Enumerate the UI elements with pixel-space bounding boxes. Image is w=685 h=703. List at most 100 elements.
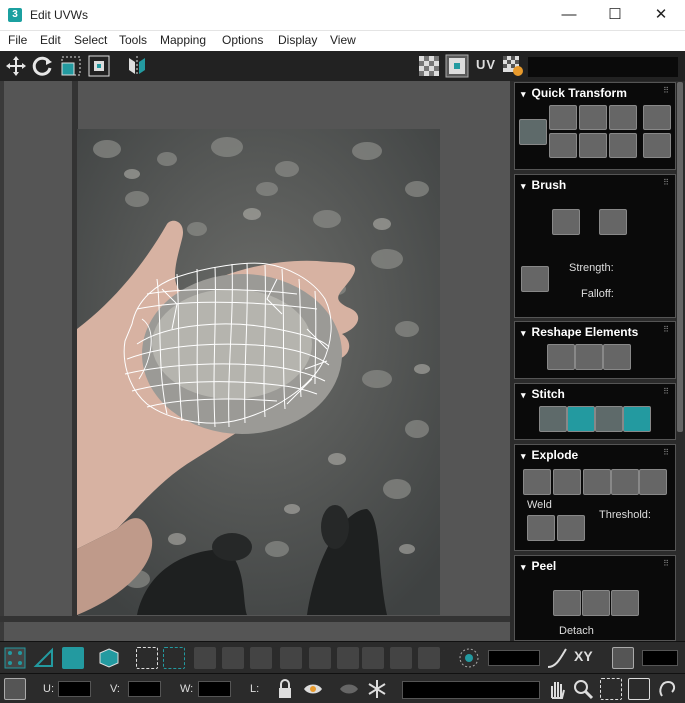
break-by-id-icon[interactable] [639,469,667,495]
rollout-grip-icon[interactable]: ⠿ [663,448,670,457]
weld-all-icon[interactable] [557,515,585,541]
freeze-icon[interactable] [366,678,388,700]
shrink-loop-icon[interactable] [222,647,244,669]
move-brush-icon[interactable] [552,209,580,235]
quick-peel-icon[interactable] [553,590,581,616]
break-by-smoothing-icon[interactable] [553,469,581,495]
maximize-button[interactable]: ☐ [592,0,638,31]
minimize-button[interactable]: — [546,0,592,31]
straighten-icon[interactable] [547,344,575,370]
brush-title[interactable]: Brush [521,178,567,192]
reshape-elements-title[interactable]: Reshape Elements [521,325,639,339]
menu-tools[interactable]: Tools [119,33,147,47]
soft-selection-icon[interactable] [458,647,480,669]
texture-dropdown[interactable] [528,57,678,77]
stitch-to-target-icon[interactable] [623,406,651,432]
stitch-custom-icon[interactable] [539,406,567,432]
menu-display[interactable]: Display [278,33,317,47]
move-icon[interactable] [4,54,28,78]
rollout-grip-icon[interactable]: ⠿ [663,86,670,95]
stitch-title[interactable]: Stitch [521,387,565,401]
stitch-to-source-icon[interactable] [567,406,595,432]
paint-shrink-icon[interactable] [418,647,440,669]
menu-mapping[interactable]: Mapping [160,33,206,47]
relax-icon[interactable] [575,344,603,370]
element-mode-icon[interactable] [98,647,120,669]
break-by-checker-icon[interactable] [611,469,639,495]
align-horizontal-icon[interactable] [549,105,577,130]
select-rect-icon[interactable] [136,647,158,669]
break-by-polygon-icon[interactable] [523,469,551,495]
menu-file[interactable]: File [8,33,27,47]
rollout-grip-icon[interactable]: ⠿ [663,387,670,396]
absolute-offset-icon[interactable] [4,678,26,700]
unhide-icon[interactable] [338,678,360,700]
menu-edit[interactable]: Edit [40,33,61,47]
grow-loop-icon[interactable] [194,647,216,669]
uv-viewport[interactable] [0,81,510,641]
space-horizontal-icon[interactable] [643,105,671,130]
zoom-region-icon[interactable] [600,678,622,700]
scale-icon[interactable] [59,54,83,78]
rollout-grip-icon[interactable]: ⠿ [663,325,670,334]
relax-brush-icon[interactable] [599,209,627,235]
checker-icon[interactable] [417,54,441,78]
paint-grow-icon[interactable] [390,647,412,669]
align-center-icon[interactable] [549,133,577,158]
rotate-ccw-icon[interactable] [609,105,637,130]
limit-field[interactable] [642,650,678,666]
grow-icon[interactable] [309,647,331,669]
panel-scrollbar[interactable] [677,82,683,432]
snap-icon[interactable] [656,678,678,700]
hide-icon[interactable] [302,678,324,700]
menu-select[interactable]: Select [74,33,107,47]
selection-set-field[interactable] [402,681,540,699]
peel-title[interactable]: Peel [521,559,557,573]
reset-peel-icon[interactable] [611,590,639,616]
align-vertical-icon[interactable] [579,105,607,130]
lock-icon[interactable] [274,678,296,700]
zoom-icon[interactable] [572,678,594,700]
menu-options[interactable]: Options [222,33,263,47]
quick-transform-title[interactable]: Quick Transform [521,86,627,100]
polygon-mode-icon[interactable] [62,647,84,669]
grow-ring-icon[interactable] [250,647,272,669]
rollout-grip-icon[interactable]: ⠿ [663,178,670,187]
texture-settings-icon[interactable] [501,54,525,78]
rollout-grip-icon[interactable]: ⠿ [663,559,670,568]
pan-icon[interactable] [546,678,568,700]
explode-title[interactable]: Explode [521,448,579,462]
falloff-space-icon[interactable] [612,647,634,669]
v-label: V: [110,683,120,695]
align-diamond-icon[interactable] [579,133,607,158]
edge-mode-icon[interactable] [33,647,55,669]
w-field[interactable] [198,681,231,697]
xy-label[interactable]: XY [574,648,593,664]
align-pivot-icon[interactable] [519,119,547,145]
close-button[interactable]: ✕ [638,0,684,31]
select-paint-icon[interactable] [163,647,185,669]
falloff-curve-icon[interactable] [521,266,549,292]
weld-selected-icon[interactable] [527,515,555,541]
v-field[interactable] [128,681,161,697]
shrink-icon[interactable] [337,647,359,669]
freeform-icon[interactable] [87,54,111,78]
break-by-material-icon[interactable] [583,469,611,495]
zoom-extents-icon[interactable] [628,678,650,700]
rotate-icon[interactable] [31,54,55,78]
rollout-stitch: Stitch ⠿ [514,383,676,440]
ring-icon[interactable] [280,647,302,669]
mirror-icon[interactable] [125,54,149,78]
vertex-mode-icon[interactable] [4,647,26,669]
falloff-type-icon[interactable] [546,647,568,669]
peel-mode-icon[interactable] [582,590,610,616]
rotate-cw-icon[interactable] [609,133,637,158]
menu-view[interactable]: View [330,33,356,47]
u-field[interactable] [58,681,91,697]
relax-by-polygon-icon[interactable] [603,344,631,370]
paint-select-icon[interactable] [362,647,384,669]
stitch-average-icon[interactable] [595,406,623,432]
checker-pattern-icon[interactable] [445,54,469,78]
space-vertical-icon[interactable] [643,133,671,158]
falloff-value-field[interactable] [488,650,540,666]
